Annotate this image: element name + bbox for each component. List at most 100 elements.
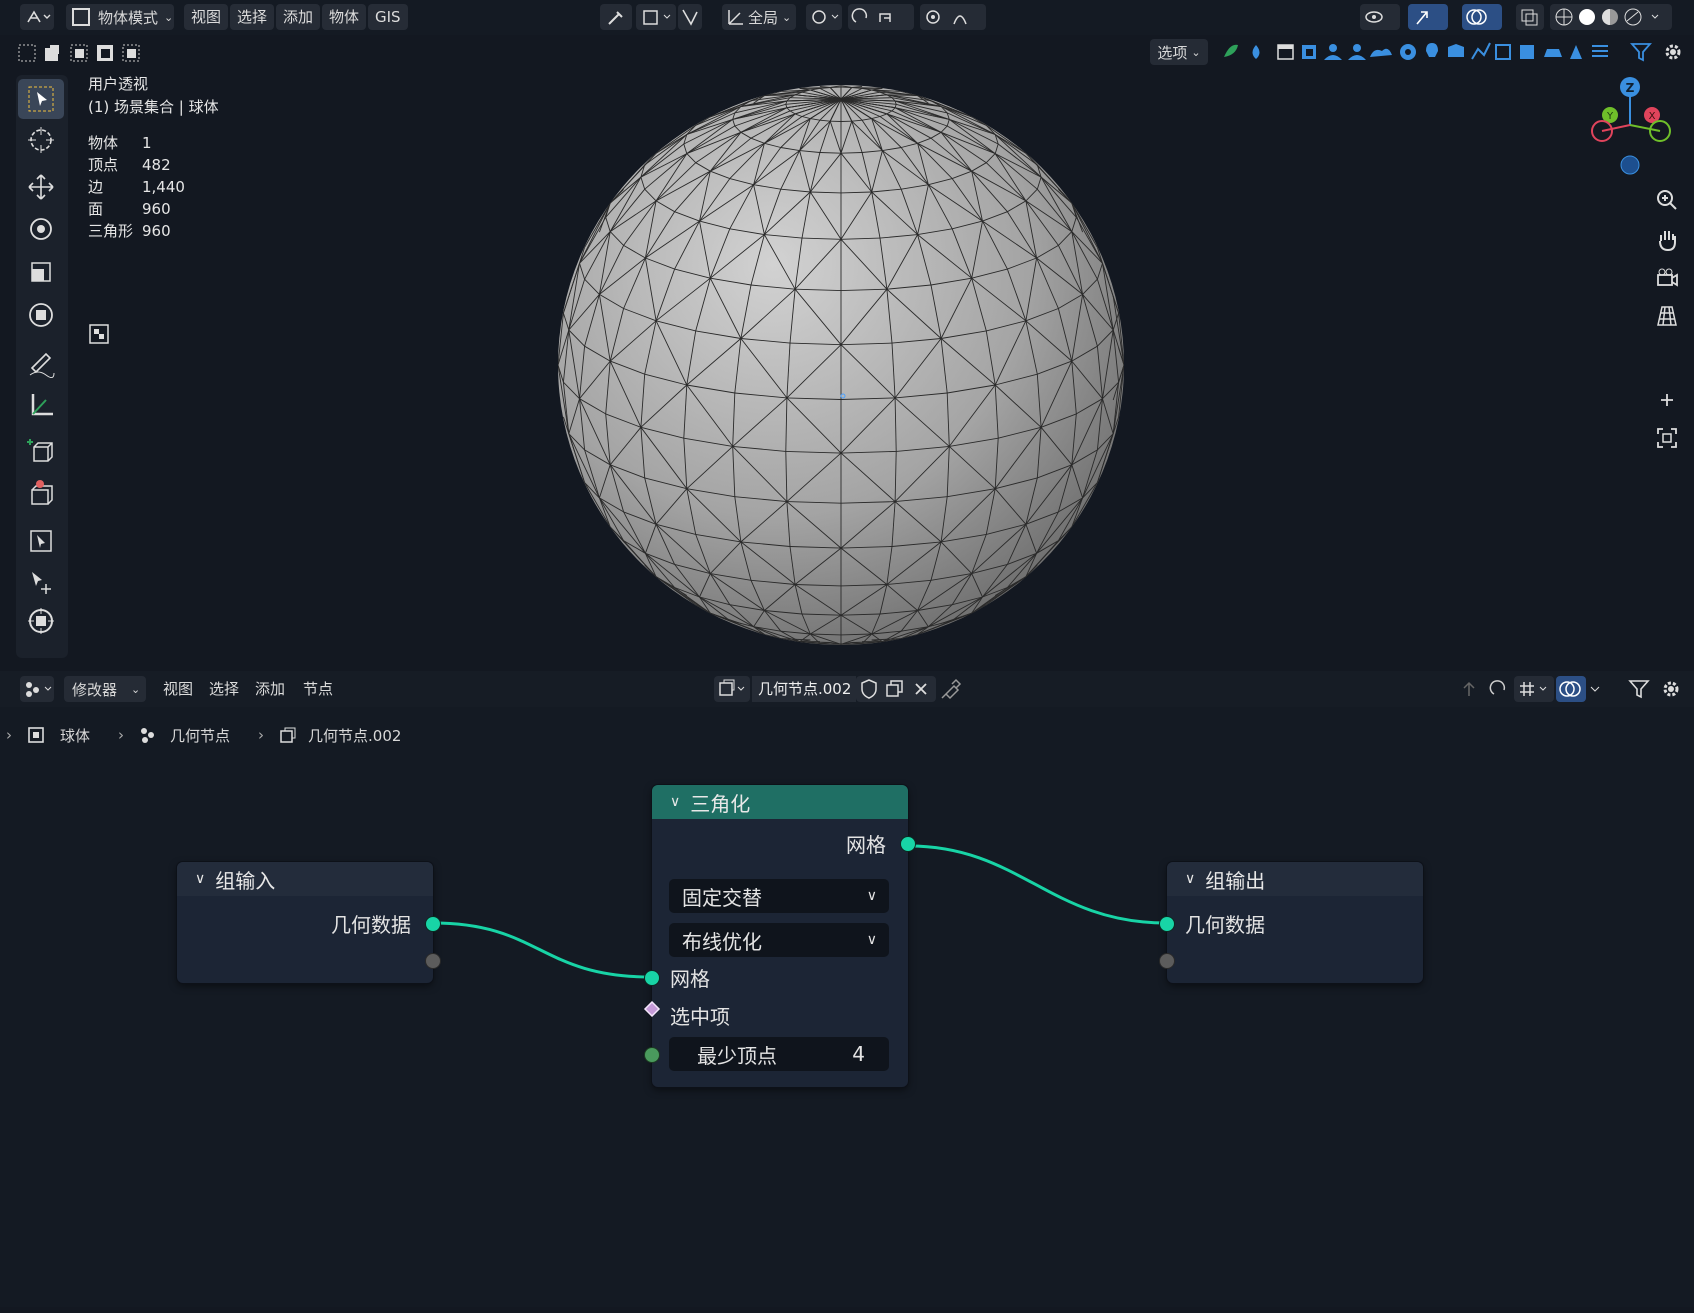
pick-icon (32, 572, 51, 594)
node-canvas[interactable]: › 球体 › 几何节点 › 几何节点.002 ∨ 组输入 几何数据 ∨ 三角化 … (0, 707, 1694, 1307)
options-label: 选项 (1157, 43, 1188, 62)
duplicate-icon[interactable] (882, 676, 908, 702)
options-dropdown[interactable]: 选项 ⌄ (1150, 39, 1208, 65)
geometry-output-socket[interactable] (425, 916, 441, 932)
close-icon[interactable] (908, 676, 934, 702)
stat-label: 边 (88, 178, 104, 196)
move-tool[interactable] (18, 167, 64, 207)
group-output-node[interactable]: ∨ 组输出 几何数据 (1159, 862, 1423, 983)
collapse-chevron-icon[interactable]: ∨ (1185, 871, 1195, 887)
editor-type-button[interactable] (20, 4, 54, 30)
fake-user-shield-icon[interactable] (856, 676, 882, 702)
quad-method-dropdown[interactable]: 固定交替 ∨ (669, 879, 889, 913)
editor-context-dropdown[interactable]: 修改器 ⌄ (64, 676, 146, 702)
node-header[interactable]: ∨ 组输入 (177, 862, 433, 896)
pick-tool[interactable] (18, 561, 64, 601)
zoom-button[interactable] (1652, 185, 1682, 215)
settings-button[interactable] (1660, 39, 1686, 65)
node-tree-name-field[interactable]: 几何节点.002 (752, 676, 856, 702)
node-menu-add[interactable]: 添加 (248, 676, 292, 702)
chevron-down-icon: ∨ (866, 932, 877, 948)
sphere-mesh[interactable] (548, 75, 1134, 661)
node-menu-select[interactable]: 选择 (202, 676, 246, 702)
pan-button[interactable] (1652, 225, 1682, 255)
perspective-toggle[interactable] (1652, 301, 1682, 331)
menu-select[interactable]: 选择 (230, 4, 275, 30)
parent-node-tree-icon[interactable] (1456, 676, 1482, 702)
magnet-toggle[interactable] (678, 4, 702, 30)
node-overlay-toggle[interactable] (1556, 676, 1586, 702)
add-cube-tool[interactable] (18, 430, 64, 470)
bounds-icon (30, 530, 52, 552)
mesh-input-socket[interactable] (644, 970, 660, 986)
node-header[interactable]: ∨ 三角化 (652, 785, 908, 819)
gizmo-toggle[interactable] (1408, 4, 1448, 30)
menu-add[interactable]: 添加 (276, 4, 321, 30)
collapse-chevron-icon[interactable]: ∨ (670, 794, 680, 810)
selection-field-socket[interactable] (643, 1000, 661, 1018)
triangulate-node[interactable]: ∨ 三角化 网格 固定交替 ∨ 布线优化 ∨ 网格 选中项 最少顶点 4 (643, 785, 916, 1087)
min-vertices-field[interactable]: 最少顶点 4 (669, 1037, 889, 1071)
shading-modes[interactable] (1550, 4, 1672, 30)
mesh-output-socket[interactable] (900, 836, 916, 852)
transform-tool[interactable] (18, 295, 64, 335)
empty-input-socket[interactable] (1159, 953, 1175, 969)
frame-selected-button[interactable] (1652, 423, 1682, 453)
overlay-toggle[interactable] (1462, 4, 1502, 30)
select-mode-icons[interactable] (16, 41, 140, 65)
camera-view-button[interactable] (1652, 263, 1682, 293)
plus-icon (1661, 394, 1673, 406)
mode-selector[interactable]: 物体模式 ⌄ (66, 4, 174, 30)
ngon-method-dropdown[interactable]: 布线优化 ∨ (669, 923, 889, 957)
navigation-gizmo[interactable]: Z Y X (1580, 75, 1680, 185)
collection-line: (1) 场景集合 | 球体 (88, 98, 219, 116)
measure-tool[interactable] (18, 385, 64, 425)
filter-icon[interactable] (1626, 676, 1652, 702)
chevron-down-icon[interactable] (1586, 676, 1606, 702)
snap-mode-button[interactable] (636, 4, 676, 30)
pivot-point-button[interactable] (806, 4, 842, 30)
grease-pencil-icon[interactable] (88, 323, 110, 345)
shading-icons (1555, 8, 1659, 26)
extrude-tool[interactable] (18, 471, 64, 511)
geometry-input-socket[interactable] (1159, 916, 1175, 932)
node-editor-type-button[interactable] (20, 676, 54, 702)
pivot-icon (812, 10, 839, 24)
bounds-tool[interactable] (18, 521, 64, 561)
menu-object[interactable]: 物体 (322, 4, 367, 30)
origin-tool[interactable] (18, 601, 64, 641)
snap-magnet-icon[interactable] (1486, 676, 1512, 702)
grid-snap-icon (1520, 682, 1547, 696)
xray-toggle[interactable] (1516, 4, 1544, 30)
eyedropper-button[interactable] (600, 4, 632, 30)
collapse-chevron-icon[interactable]: ∨ (195, 871, 205, 887)
group-input-node[interactable]: ∨ 组输入 几何数据 (177, 862, 441, 983)
scale-tool[interactable] (18, 252, 64, 292)
snapping-icon (851, 8, 891, 23)
mode-label: 物体模式 (98, 8, 159, 27)
node-menu-view[interactable]: 视图 (156, 676, 200, 702)
node-menu-node[interactable]: 节点 (296, 676, 340, 702)
proportional-editing[interactable] (920, 4, 986, 30)
3d-viewport[interactable]: 选项 ⌄ 用户透视 (1) 场景集合 | 球体 物体 1 顶点 482 边 1,440… (0, 35, 1694, 668)
cursor-tool[interactable] (18, 120, 64, 160)
pin-icon[interactable] (938, 676, 964, 702)
empty-output-socket[interactable] (425, 953, 441, 969)
transform-orientation[interactable]: 全局 ⌄ (722, 4, 796, 30)
node-snap-mode[interactable] (1514, 676, 1554, 702)
menu-view[interactable]: 视图 (184, 4, 229, 30)
select-box-tool[interactable] (18, 79, 64, 119)
filter-button[interactable] (1628, 39, 1654, 65)
menu-gis[interactable]: GIS (368, 4, 408, 30)
snapping-button[interactable] (848, 4, 914, 30)
visibility-button[interactable] (1360, 4, 1400, 30)
rotate-tool[interactable] (18, 209, 64, 249)
annotate-tool[interactable] (18, 343, 64, 383)
node-header[interactable]: ∨ 组输出 (1167, 862, 1423, 896)
object-type-visibility-icons[interactable] (1220, 39, 1620, 65)
browse-node-tree-button[interactable] (714, 676, 750, 702)
add-button[interactable] (1652, 385, 1682, 415)
gear-icon[interactable] (1658, 676, 1684, 702)
stat-value: 1,440 (142, 178, 185, 196)
min-vertices-socket[interactable] (644, 1047, 660, 1063)
